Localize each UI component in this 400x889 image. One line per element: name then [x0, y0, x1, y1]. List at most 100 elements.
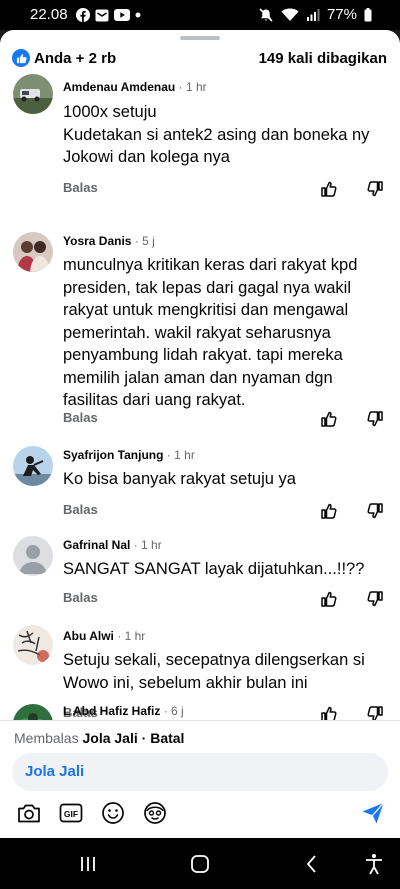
comment-line: Ko bisa banyak rakyat setuju ya: [63, 470, 296, 488]
reply-button[interactable]: Balas: [63, 180, 98, 195]
comment-line: Jokowi dan kolega nya: [63, 148, 230, 166]
send-icon[interactable]: [360, 800, 386, 826]
comment-line: SANGAT SANGAT layak dijatuhkan...!!??: [63, 560, 365, 578]
mute-icon: [259, 7, 273, 22]
notification-icons: [76, 8, 141, 22]
reactions-label: Anda + 2 rb: [34, 49, 117, 67]
sheet-grab-handle[interactable]: [180, 36, 220, 40]
comment-author[interactable]: L Abd Hafiz Hafiz: [63, 704, 160, 718]
camera-icon[interactable]: [16, 800, 42, 826]
reaction-summary[interactable]: Anda + 2 rb: [12, 49, 116, 67]
upvote-icon[interactable]: [320, 590, 338, 608]
upvote-icon[interactable]: [320, 180, 338, 198]
status-bar: 22.08 77%: [0, 0, 400, 30]
status-time: 22.08: [30, 6, 68, 23]
upvote-icon[interactable]: [320, 502, 338, 520]
system-indicators: 77%: [258, 6, 372, 23]
share-count[interactable]: 149 kali dibagikan: [259, 50, 387, 67]
comment-line: Setuju sekali, secepatnya dilengserkan s…: [63, 651, 365, 669]
comment-time: 6 j: [171, 704, 184, 718]
comment-line: memilih jalan aman dan nyaman dgn: [63, 368, 333, 387]
separator: ·: [141, 730, 147, 746]
comment-text: 1000x setuju Kudetakan si antek2 asing d…: [63, 101, 383, 169]
reply-button[interactable]: Balas: [63, 590, 98, 605]
comment-time: 1 hr: [141, 538, 162, 552]
replying-to-name: Jola Jali: [82, 730, 138, 746]
comment-time: 1 hr: [185, 80, 207, 94]
avatar-sticker-icon[interactable]: [142, 800, 168, 826]
upvote-icon[interactable]: [320, 410, 338, 428]
battery-icon: [364, 7, 372, 21]
replying-prefix: Membalas: [14, 730, 79, 746]
comment-time: 1 hr: [124, 629, 146, 643]
gif-icon[interactable]: GIF: [58, 800, 84, 826]
avatar[interactable]: [13, 232, 53, 272]
comment-author[interactable]: Abu Alwi: [63, 629, 114, 643]
comment-item: L Abd Hafiz Hafiz · 6 j: [0, 700, 400, 720]
reply-button[interactable]: Balas: [63, 502, 98, 517]
comment-meta: Amdenau Amdenau · 1 hr: [63, 80, 207, 94]
comment-meta: Yosra Danis · 5 j: [63, 234, 155, 248]
separator: ·: [133, 538, 138, 552]
downvote-icon[interactable]: [366, 410, 384, 428]
downvote-icon[interactable]: [366, 590, 384, 608]
avatar[interactable]: [13, 704, 53, 720]
comment-text: Ko bisa banyak rakyat setuju ya: [63, 468, 383, 491]
separator: ·: [166, 448, 171, 462]
navigation-bar: [0, 838, 400, 889]
mention-tag[interactable]: Jola Jali: [25, 763, 84, 780]
recent-apps-icon[interactable]: [76, 852, 100, 876]
avatar[interactable]: [13, 625, 53, 665]
comment-author[interactable]: Syafrijon Tanjung: [63, 448, 163, 462]
cancel-reply-button[interactable]: Batal: [150, 730, 184, 746]
avatar[interactable]: [13, 74, 53, 114]
comment-item: Yosra Danis · 5 j munculnya kritikan ker…: [0, 226, 400, 436]
separator: ·: [134, 234, 139, 248]
reply-button[interactable]: Balas: [63, 410, 98, 425]
comment-line: presiden, tak lepas dari gagal nya wakil: [63, 278, 352, 297]
youtube-notification-icon: [114, 9, 130, 21]
comment-line: Kudetakan si antek2 asing dan boneka ny: [63, 125, 370, 144]
wifi-icon: [281, 8, 299, 21]
svg-text:GIF: GIF: [64, 809, 78, 819]
comment-text: munculnya kritikan keras dari rakyat kpd…: [63, 254, 383, 412]
comment-author[interactable]: Yosra Danis: [63, 234, 131, 248]
facebook-notification-icon: [76, 8, 90, 22]
comment-item: Gafrinal Nal · 1 hr SANGAT SANGAT layak …: [0, 530, 400, 618]
comments-sheet: Anda + 2 rb 149 kali dibagikan Amdenau A…: [0, 30, 400, 838]
comment-line: Wowo ini, sebelum akhir bulan ini: [63, 673, 308, 692]
comment-item: Amdenau Amdenau · 1 hr 1000x setuju Kude…: [0, 74, 400, 208]
battery-percentage: 77%: [326, 6, 357, 23]
sheet-header: Anda + 2 rb 149 kali dibagikan: [0, 44, 400, 74]
avatar[interactable]: [13, 446, 53, 486]
downvote-icon[interactable]: [366, 502, 384, 520]
comment-text: SANGAT SANGAT layak dijatuhkan...!!??: [63, 558, 383, 581]
comment-meta: L Abd Hafiz Hafiz · 6 j: [63, 704, 184, 718]
comment-time: 1 hr: [174, 448, 195, 462]
separator: ·: [117, 629, 122, 643]
avatar[interactable]: [13, 536, 53, 576]
emoji-icon[interactable]: [100, 800, 126, 826]
separator: ·: [163, 704, 168, 718]
comment-line: rakyat untuk mengkritisi dan mengawal: [63, 301, 349, 319]
comment-author[interactable]: Gafrinal Nal: [63, 538, 130, 552]
separator: ·: [178, 80, 183, 94]
comment-input[interactable]: Jola Jali: [12, 753, 388, 791]
reply-composer: Membalas Jola Jali · Batal Jola Jali GIF: [0, 720, 400, 838]
comment-time: 5 j: [142, 234, 155, 248]
comment-line: 1000x setuju: [63, 103, 157, 121]
accessibility-icon[interactable]: [362, 852, 386, 876]
comment-line: penyambung lidah rakyat. tapi mereka: [63, 346, 343, 364]
comment-line: munculnya kritikan keras dari rakyat kpd: [63, 256, 358, 274]
comment-meta: Gafrinal Nal · 1 hr: [63, 538, 162, 552]
email-notification-icon: [95, 9, 109, 21]
comment-item: Syafrijon Tanjung · 1 hr Ko bisa banyak …: [0, 440, 400, 528]
downvote-icon[interactable]: [366, 180, 384, 198]
home-icon[interactable]: [188, 852, 212, 876]
comment-list[interactable]: Amdenau Amdenau · 1 hr 1000x setuju Kude…: [0, 74, 400, 720]
replying-to-label: Membalas Jola Jali · Batal: [14, 730, 184, 746]
back-icon[interactable]: [300, 852, 324, 876]
comment-author[interactable]: Amdenau Amdenau: [63, 80, 175, 94]
comment-text: Setuju sekali, secepatnya dilengserkan s…: [63, 649, 383, 694]
like-reaction-icon: [12, 49, 30, 67]
